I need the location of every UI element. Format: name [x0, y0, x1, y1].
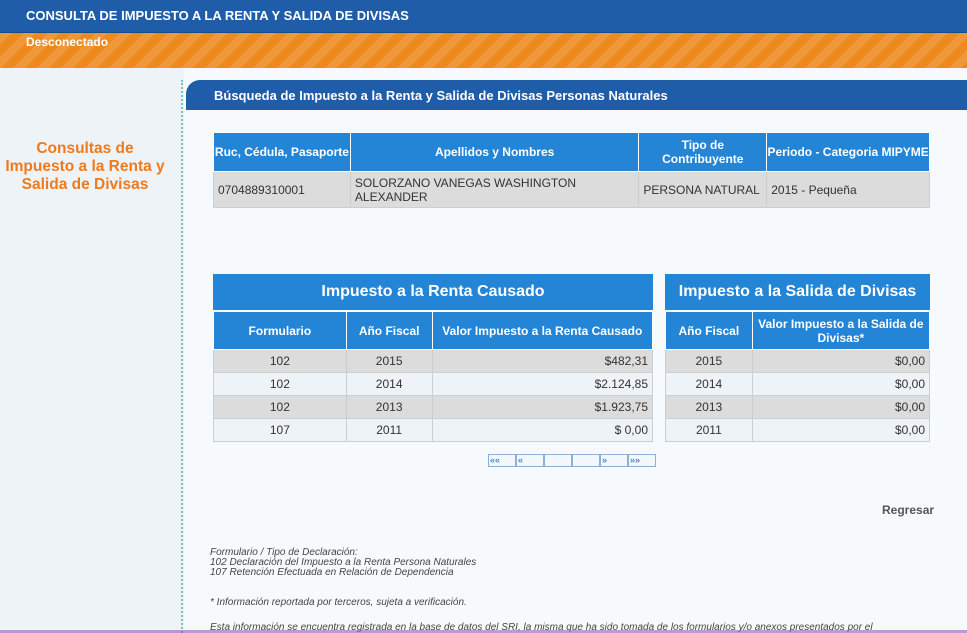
renta-table: Formulario Año Fiscal Valor Impuesto a l…	[213, 311, 654, 442]
table-row: 2015 $0,00	[665, 349, 931, 373]
sidebar: Consultas de Impuesto a la Renta y Salid…	[0, 68, 181, 633]
table-row: 102 2015 $482,31	[213, 349, 654, 373]
cell-year: 2015	[665, 349, 753, 373]
cell-value: $0,00	[751, 395, 931, 419]
first-page-button[interactable]: ««	[488, 454, 516, 467]
cell-form: 107	[213, 418, 347, 442]
sidebar-heading: Consultas de Impuesto a la Renta y Salid…	[0, 140, 190, 194]
table-row: 2011 $0,00	[665, 418, 931, 442]
col-period: Periodo - Categoria MIPYME	[766, 132, 930, 172]
taxpayer-table: Ruc, Cédula, Pasaporte Apellidos y Nombr…	[213, 132, 930, 208]
cell-value: $0,00	[751, 349, 931, 373]
cell-year: 2013	[665, 395, 753, 419]
taxpayer-type: PERSONA NATURAL	[638, 171, 768, 208]
app-title: CONSULTA DE IMPUESTO A LA RENTA Y SALIDA…	[26, 8, 409, 23]
section-header: Búsqueda de Impuesto a la Renta y Salida…	[186, 80, 967, 110]
cell-year: 2014	[345, 372, 433, 396]
sidebar-heading-line3: Salida de Divisas	[21, 176, 149, 193]
cell-value: $ 0,00	[431, 418, 654, 442]
isd-table: Año Fiscal Valor Impuesto a la Salida de…	[665, 311, 931, 442]
cell-year: 2011	[665, 418, 753, 442]
cell-year: 2014	[665, 372, 753, 396]
cell-form: 102	[213, 349, 347, 373]
col-valor-renta: Valor Impuesto a la Renta Causado	[431, 311, 654, 350]
cell-year: 2011	[345, 418, 433, 442]
app-header: CONSULTA DE IMPUESTO A LA RENTA Y SALIDA…	[0, 0, 967, 33]
col-formulario: Formulario	[213, 311, 347, 350]
col-type: Tipo de Contribuyente	[638, 132, 768, 172]
cell-value: $0,00	[751, 418, 931, 442]
sidebar-divider	[181, 80, 183, 633]
last-page-button[interactable]: »»	[628, 454, 656, 467]
note-line: 107 Retención Efectuada en Relación de D…	[210, 567, 454, 578]
renta-table-title: Impuesto a la Renta Causado	[213, 274, 653, 310]
sidebar-heading-line1: Consultas de	[36, 140, 134, 157]
cell-year: 2013	[345, 395, 433, 419]
verification-note: * Información reportada por terceros, su…	[210, 597, 467, 608]
status-bar: Desconectado	[0, 33, 967, 68]
table-row: 0704889310001 SOLORZANO VANEGAS WASHINGT…	[213, 171, 930, 208]
table-row: 2014 $0,00	[665, 372, 931, 396]
table-row: 102 2013 $1.923,75	[213, 395, 654, 419]
taxpayer-period: 2015 - Pequeña	[766, 171, 930, 208]
isd-table-title: Impuesto a la Salida de Divisas	[665, 274, 930, 310]
next-page-button[interactable]: »	[600, 454, 628, 467]
cell-value: $2.124,85	[431, 372, 654, 396]
cell-form: 102	[213, 372, 347, 396]
cell-form: 102	[213, 395, 347, 419]
taxpayer-id: 0704889310001	[213, 171, 351, 208]
col-anio-fiscal: Año Fiscal	[665, 311, 753, 350]
sidebar-heading-line2: Impuesto a la Renta y	[5, 158, 165, 175]
cell-value: $1.923,75	[431, 395, 654, 419]
taxpayer-name: SOLORZANO VANEGAS WASHINGTON ALEXANDER	[349, 171, 640, 208]
table-row: 102 2014 $2.124,85	[213, 372, 654, 396]
back-link[interactable]: Regresar	[882, 503, 934, 517]
section-title: Búsqueda de Impuesto a la Renta y Salida…	[214, 88, 668, 103]
table-row: 2013 $0,00	[665, 395, 931, 419]
pagination: «« « » »»	[488, 454, 656, 467]
col-valor-isd: Valor Impuesto a la Salida de Divisas*	[751, 311, 931, 350]
table-row: 107 2011 $ 0,00	[213, 418, 654, 442]
col-anio-fiscal: Año Fiscal	[345, 311, 433, 350]
page-slot[interactable]	[544, 454, 572, 467]
form-notes: Formulario / Tipo de Declaración: 102 De…	[210, 548, 476, 578]
col-name: Apellidos y Nombres	[349, 132, 640, 172]
prev-page-button[interactable]: «	[516, 454, 544, 467]
col-ruc: Ruc, Cédula, Pasaporte	[213, 132, 351, 172]
connection-status: Desconectado	[26, 35, 109, 49]
cell-year: 2015	[345, 349, 433, 373]
cell-value: $482,31	[431, 349, 654, 373]
cell-value: $0,00	[751, 372, 931, 396]
page-slot[interactable]	[572, 454, 600, 467]
